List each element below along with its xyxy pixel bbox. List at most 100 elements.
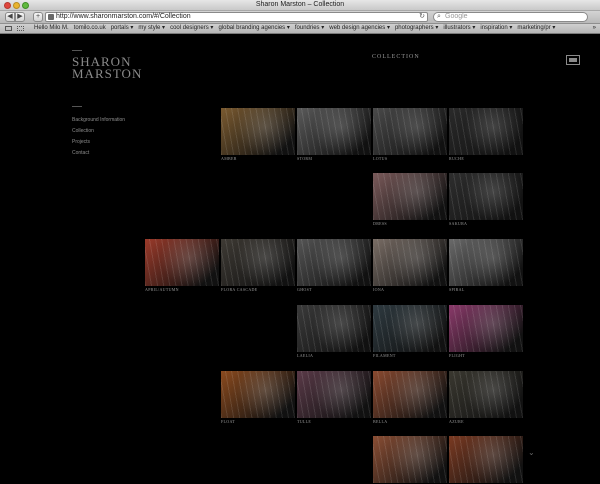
collection-thumbnail[interactable] <box>449 239 523 286</box>
collection-tile[interactable]: SPIRAL <box>449 239 523 292</box>
collection-caption: FILAMENT <box>373 353 396 358</box>
bookmark-item[interactable]: Hello Milo M. <box>34 24 69 33</box>
window-titlebar: Sharon Marston – Collection <box>0 0 600 11</box>
collection-tile[interactable]: AZURE <box>449 371 523 424</box>
collection-thumbnail[interactable] <box>221 371 295 418</box>
collection-thumbnail[interactable] <box>449 305 523 352</box>
collection-caption: RUCHE <box>449 156 465 161</box>
add-bookmark-button[interactable]: + <box>33 12 43 22</box>
collection-caption: AMBER <box>221 156 237 161</box>
nav-item-collection[interactable]: Collection <box>72 126 125 137</box>
collection-caption: BELLA <box>373 419 388 424</box>
collection-thumbnail[interactable] <box>449 371 523 418</box>
collection-thumbnail[interactable] <box>297 239 371 286</box>
collection-thumbnail[interactable] <box>449 173 523 220</box>
bookmark-item[interactable]: my style ▾ <box>138 24 165 33</box>
top-sites-grid-icon[interactable] <box>17 26 24 31</box>
window-title: Sharon Marston – Collection <box>255 1 345 8</box>
bookmarks-list: Hello Milo M. tomilo.co.uk portals ▾ my sty… <box>34 24 560 33</box>
collection-caption: DRESS <box>373 221 387 226</box>
bookmark-item[interactable]: marketing/pr ▾ <box>517 24 555 33</box>
page-content: SHARON MARSTON Background Information Co… <box>0 35 600 484</box>
collection-thumbnail[interactable] <box>297 108 371 155</box>
collection-tile[interactable]: APRIL/AUTUMN <box>145 239 219 292</box>
collection-tile[interactable]: FLORA CASCADE <box>221 239 295 292</box>
bookmark-item[interactable]: foundries ▾ <box>295 24 324 33</box>
collection-tile[interactable]: LAELIA <box>297 305 371 358</box>
browser-toolbar: ◀ ▶ + http://www.sharonmarston.com/#/Col… <box>0 11 600 24</box>
logo-line-2: MARSTON <box>72 66 143 81</box>
collection-thumbnail[interactable] <box>373 108 447 155</box>
back-button[interactable]: ◀ <box>5 12 15 22</box>
url-text: http://www.sharonmarston.com/#/Collectio… <box>56 13 191 20</box>
collection-thumbnail[interactable] <box>373 173 447 220</box>
bookmarks-overflow-icon[interactable]: » <box>593 24 596 33</box>
search-placeholder: Google <box>445 13 468 20</box>
collection-caption: SAKURA <box>449 221 468 226</box>
collection-caption: FLIGHT <box>449 353 466 358</box>
collection-tile[interactable]: AMBER <box>221 108 295 161</box>
nav-item-background-information[interactable]: Background Information <box>72 115 125 126</box>
collection-tile[interactable]: FILAMENT <box>373 305 447 358</box>
logo-divider <box>72 50 82 51</box>
search-input[interactable]: ⌕ Google <box>433 12 588 22</box>
collection-tile[interactable]: LOTUS <box>373 108 447 161</box>
bookmark-item[interactable]: cool designers ▾ <box>170 24 213 33</box>
page-title: COLLECTION <box>372 54 420 60</box>
fullscreen-icon[interactable] <box>566 55 580 65</box>
bookmark-item[interactable]: web design agencies ▾ <box>329 24 390 33</box>
collection-thumbnail[interactable] <box>297 371 371 418</box>
nav-divider <box>72 106 82 107</box>
collection-caption: STORM <box>297 156 313 161</box>
reload-icon[interactable]: ↻ <box>419 13 425 21</box>
bookmark-item[interactable]: portals ▾ <box>111 24 134 33</box>
collection-tile[interactable]: SAKURA <box>449 173 523 226</box>
bookmark-item[interactable]: illustrators ▾ <box>443 24 475 33</box>
collection-tile[interactable]: TULLE <box>297 371 371 424</box>
search-icon: ⌕ <box>437 13 441 20</box>
nav-item-projects[interactable]: Projects <box>72 137 125 148</box>
collection-thumbnail[interactable] <box>145 239 219 286</box>
collection-caption: LAELIA <box>297 353 314 358</box>
collection-thumbnail[interactable] <box>373 436 447 483</box>
collection-thumbnail[interactable] <box>221 108 295 155</box>
collection-tile[interactable]: IONA <box>373 239 447 292</box>
collection-thumbnail[interactable] <box>373 305 447 352</box>
bookmark-item[interactable]: inspiration ▾ <box>480 24 512 33</box>
collection-tile[interactable] <box>449 436 523 484</box>
site-favicon-icon <box>48 14 54 20</box>
collection-tile[interactable]: DRESS <box>373 173 447 226</box>
nav-item-contact[interactable]: Contact <box>72 148 125 159</box>
collection-tile[interactable]: GHOST <box>297 239 371 292</box>
collection-tile[interactable]: FLOAT <box>221 371 295 424</box>
bookmark-item[interactable]: global branding agencies ▾ <box>218 24 289 33</box>
scroll-down-icon[interactable]: ⌄ <box>528 448 535 457</box>
collection-caption: APRIL/AUTUMN <box>145 287 179 292</box>
bookmarks-book-icon[interactable] <box>5 26 12 31</box>
collection-caption: TULLE <box>297 419 312 424</box>
bookmark-item[interactable]: photographers ▾ <box>395 24 438 33</box>
address-bar[interactable]: http://www.sharonmarston.com/#/Collectio… <box>45 12 428 22</box>
collection-caption: GHOST <box>297 287 312 292</box>
collection-caption: FLORA CASCADE <box>221 287 258 292</box>
bookmark-item[interactable]: tomilo.co.uk <box>74 24 106 33</box>
collection-tile[interactable]: BELLA <box>373 371 447 424</box>
collection-thumbnail[interactable] <box>449 436 523 483</box>
collection-thumbnail[interactable] <box>373 371 447 418</box>
forward-button[interactable]: ▶ <box>15 12 25 22</box>
collection-caption: FLOAT <box>221 419 235 424</box>
collection-caption: IONA <box>373 287 385 292</box>
collection-thumbnail[interactable] <box>373 239 447 286</box>
collection-thumbnail[interactable] <box>297 305 371 352</box>
collection-tile[interactable] <box>373 436 447 484</box>
site-logo[interactable]: SHARON MARSTON <box>72 55 143 81</box>
bookmarks-bar: Hello Milo M. tomilo.co.uk portals ▾ my sty… <box>0 24 600 34</box>
collection-thumbnail[interactable] <box>449 108 523 155</box>
collection-tile[interactable]: RUCHE <box>449 108 523 161</box>
collection-tile[interactable]: STORM <box>297 108 371 161</box>
collection-caption: AZURE <box>449 419 464 424</box>
site-nav: Background Information Collection Projec… <box>72 115 125 159</box>
collection-thumbnail[interactable] <box>221 239 295 286</box>
collection-tile[interactable]: FLIGHT <box>449 305 523 358</box>
collection-caption: LOTUS <box>373 156 388 161</box>
